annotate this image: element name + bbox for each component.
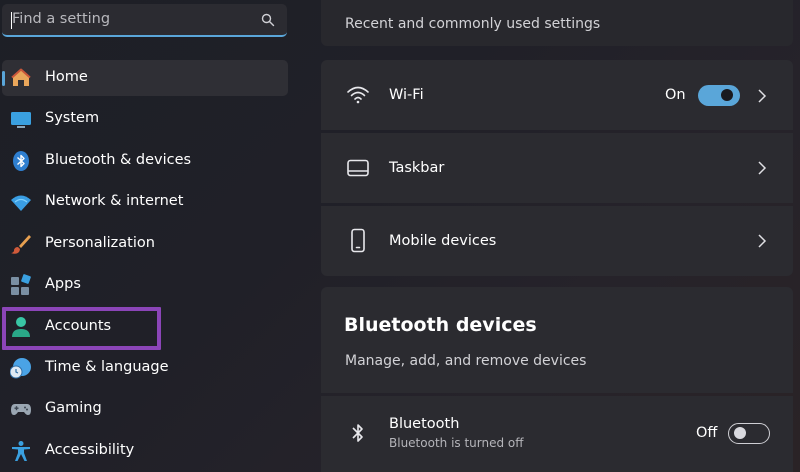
sidebar-item-personalization[interactable]: Personalization (2, 226, 288, 262)
row-label: Bluetooth (389, 416, 460, 432)
accessibility-icon (10, 440, 32, 462)
sidebar-item-label: Bluetooth & devices (45, 152, 192, 168)
toggle-state-text: Off (696, 425, 718, 441)
selected-indicator (2, 71, 5, 86)
sidebar-item-label: System (45, 110, 100, 126)
row-sublabel: Bluetooth is turned off (389, 436, 524, 450)
bluetooth-devices-section: Bluetooth devices Manage, add, and remov… (321, 287, 793, 393)
bluetooth-icon (10, 150, 32, 172)
row-label: Mobile devices (389, 233, 497, 249)
taskbar-row[interactable]: Taskbar (321, 133, 793, 203)
sidebar-item-label: Personalization (45, 235, 155, 251)
search-input[interactable]: Find a setting (12, 11, 110, 27)
globe-clock-icon (10, 357, 32, 379)
chevron-right-icon[interactable] (757, 89, 767, 103)
row-label: Taskbar (389, 160, 445, 176)
sidebar-item-label: Apps (45, 276, 81, 292)
search-icon[interactable] (261, 13, 275, 27)
recent-settings-header: Recent and commonly used settings (321, 0, 793, 46)
bluetooth-row[interactable]: Bluetooth Bluetooth is turned off Off (321, 396, 793, 472)
sidebar-item-gaming[interactable]: Gaming (2, 391, 288, 427)
section-title: Bluetooth devices (344, 314, 537, 336)
phone-icon (345, 228, 371, 254)
sidebar-item-label: Network & internet (45, 193, 184, 209)
apps-icon (10, 274, 32, 296)
brush-icon (10, 233, 32, 255)
sidebar-item-label: Home (45, 69, 88, 85)
sidebar-item-home[interactable]: Home (2, 60, 288, 96)
toggle-state-text: On (665, 87, 686, 103)
bluetooth-toggle[interactable] (728, 423, 770, 444)
sidebar-item-accessibility[interactable]: Accessibility (2, 433, 288, 469)
toggle-knob (721, 89, 733, 101)
sidebar-item-label: Accessibility (45, 442, 135, 458)
sidebar-item-apps[interactable]: Apps (2, 267, 288, 303)
section-subtitle: Recent and commonly used settings (345, 16, 601, 32)
taskbar-icon (345, 155, 371, 181)
sidebar: Find a setting Home System Bluetooth & d… (0, 0, 300, 472)
sidebar-item-network-internet[interactable]: Network & internet (2, 184, 288, 220)
chevron-right-icon[interactable] (757, 161, 767, 175)
sidebar-item-time-language[interactable]: Time & language (2, 350, 288, 386)
row-label: Wi-Fi (389, 87, 424, 103)
wifi-toggle[interactable] (698, 85, 740, 106)
chevron-right-icon[interactable] (757, 234, 767, 248)
wifi-icon (345, 82, 371, 108)
mobile-devices-row[interactable]: Mobile devices (321, 206, 793, 276)
highlight-box (2, 307, 161, 350)
wifi-row[interactable]: Wi-Fi On (321, 60, 793, 130)
search-box[interactable]: Find a setting (2, 4, 287, 37)
toggle-knob (734, 427, 746, 439)
gamepad-icon (10, 398, 32, 420)
section-subtitle: Manage, add, and remove devices (345, 353, 587, 369)
sidebar-item-label: Gaming (45, 400, 102, 416)
sidebar-item-label: Time & language (45, 359, 169, 375)
wifi-icon (10, 191, 32, 213)
sidebar-item-bluetooth-devices[interactable]: Bluetooth & devices (2, 143, 288, 179)
bluetooth-icon (345, 420, 371, 446)
sidebar-item-system[interactable]: System (2, 101, 288, 137)
monitor-icon (10, 108, 32, 130)
home-icon (10, 67, 32, 89)
